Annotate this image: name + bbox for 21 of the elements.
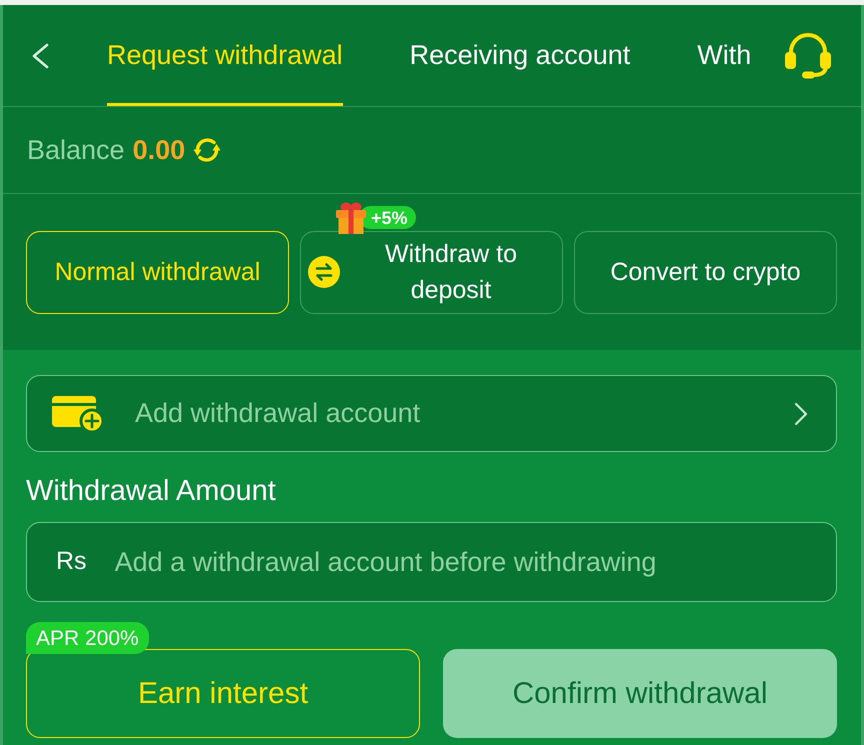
withdrawal-method-button[interactable]: Normal withdrawal — [26, 230, 289, 314]
amount-field[interactable]: Rs Add a withdrawal account before withdrawing — [26, 522, 837, 602]
earn-interest-button[interactable]: Earn interest — [26, 649, 420, 738]
chevron-right-icon — [794, 402, 808, 426]
balance-amount: 0.00 — [132, 134, 186, 167]
withdrawal-method-button[interactable]: Withdraw to deposit — [300, 230, 563, 314]
tab[interactable]: Receiving account — [410, 5, 630, 106]
amount-input[interactable]: Add a withdrawal account before withdrawing — [114, 542, 816, 582]
back-button[interactable] — [30, 42, 50, 68]
amount-label: Withdrawal Amount — [26, 474, 276, 510]
balance-label: Balance — [27, 134, 125, 167]
add-account-button[interactable]: Add withdrawal account — [26, 375, 837, 452]
tab[interactable]: With — [697, 5, 752, 106]
refresh-icon[interactable] — [193, 136, 222, 164]
withdrawal-method-button[interactable]: Convert to crypto — [574, 230, 837, 314]
headset-icon[interactable] — [783, 32, 833, 80]
back-icon — [30, 42, 50, 68]
swap-icon — [308, 256, 340, 288]
currency-label: Rs — [56, 546, 87, 578]
gift-icon — [334, 200, 368, 234]
apr-badge: APR 200% — [26, 622, 149, 654]
